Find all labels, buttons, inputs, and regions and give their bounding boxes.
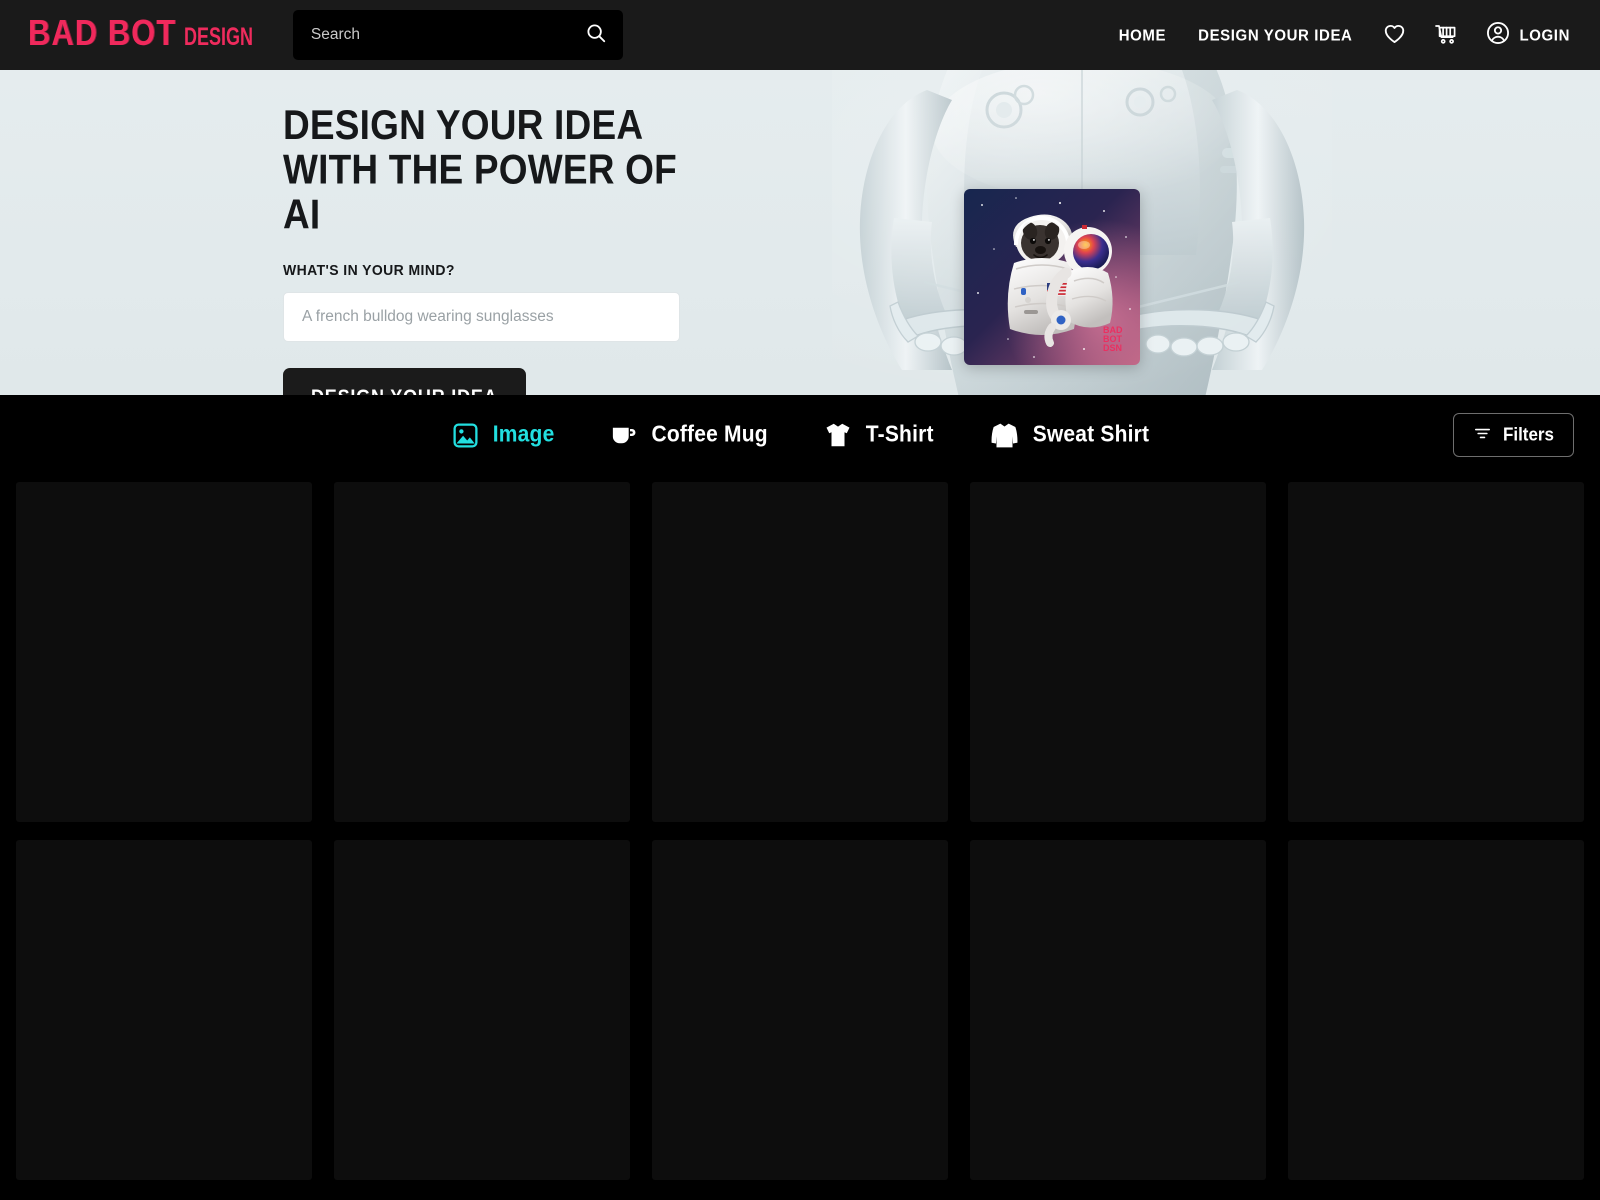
search-input[interactable] bbox=[310, 26, 575, 44]
pug-astronaut-artwork[interactable]: BAD BOT DSN bbox=[964, 189, 1140, 365]
image-icon bbox=[451, 421, 480, 450]
login-button[interactable]: LOGIN bbox=[1472, 20, 1573, 51]
idea-input[interactable] bbox=[283, 292, 680, 342]
nav-home[interactable]: HOME bbox=[1103, 26, 1182, 44]
tab-image-label: Image bbox=[492, 422, 555, 447]
coffee-mug-icon bbox=[609, 421, 638, 450]
header-nav: HOME DESIGN YOUR IDEA LOGIN bbox=[1103, 20, 1572, 51]
heart-icon bbox=[1382, 21, 1407, 49]
idea-input-label: WHAT'S IN YOUR MIND? bbox=[283, 261, 455, 279]
page-title: DESIGN YOUR IDEA WITH THE POWER OF AI bbox=[283, 101, 677, 238]
site-header: BAD BOT DESIGN HOME DESIGN YOUR IDEA bbox=[0, 0, 1600, 70]
filters-label: Filters bbox=[1502, 424, 1554, 445]
hero-copy: DESIGN YOUR IDEA WITH THE POWER OF AI WH… bbox=[283, 101, 903, 395]
design-your-idea-button-label: DESIGN YOUR IDEA bbox=[311, 385, 498, 395]
cart-icon bbox=[1433, 21, 1459, 50]
cart-button[interactable] bbox=[1420, 21, 1472, 50]
result-card[interactable] bbox=[1288, 840, 1584, 1180]
tab-coffee-mug[interactable]: Coffee Mug bbox=[609, 421, 768, 450]
category-tabs: Image Coffee Mug T-Shirt Sweat Shirt bbox=[451, 420, 1150, 451]
result-card[interactable] bbox=[334, 482, 630, 822]
tab-sweatshirt[interactable]: Sweat Shirt bbox=[989, 420, 1150, 451]
category-bar: Image Coffee Mug T-Shirt Sweat Shirt Fil… bbox=[0, 395, 1600, 475]
tshirt-icon bbox=[823, 420, 853, 450]
result-card[interactable] bbox=[652, 840, 948, 1180]
tab-tshirt-label: T-Shirt bbox=[865, 422, 934, 447]
results-grid bbox=[0, 475, 1600, 1180]
result-card[interactable] bbox=[652, 482, 948, 822]
result-card[interactable] bbox=[970, 840, 1266, 1180]
logo-secondary-text: DESIGN bbox=[184, 23, 254, 51]
filter-icon bbox=[1473, 424, 1492, 446]
svg-text:DSN: DSN bbox=[1103, 343, 1122, 353]
logo-primary-text: BAD BOT bbox=[28, 11, 177, 53]
result-card[interactable] bbox=[16, 840, 312, 1180]
sweatshirt-icon bbox=[989, 420, 1020, 451]
site-logo[interactable]: BAD BOT DESIGN bbox=[28, 14, 261, 51]
hero-section: BAD BOT DSN DESIGN YOUR IDEA WITH THE PO… bbox=[0, 70, 1600, 395]
result-card[interactable] bbox=[334, 840, 630, 1180]
result-card[interactable] bbox=[970, 482, 1266, 822]
tab-image[interactable]: Image bbox=[451, 421, 555, 450]
nav-design-your-idea[interactable]: DESIGN YOUR IDEA bbox=[1182, 26, 1368, 44]
tab-tshirt[interactable]: T-Shirt bbox=[823, 420, 934, 450]
search-icon[interactable] bbox=[585, 22, 607, 49]
login-label: LOGIN bbox=[1519, 25, 1570, 45]
account-circle-icon bbox=[1485, 20, 1511, 51]
result-card[interactable] bbox=[16, 482, 312, 822]
wishlist-button[interactable] bbox=[1369, 21, 1420, 49]
tab-sweatshirt-label: Sweat Shirt bbox=[1032, 422, 1150, 447]
design-your-idea-button[interactable]: DESIGN YOUR IDEA bbox=[283, 368, 526, 395]
filters-button[interactable]: Filters bbox=[1452, 413, 1574, 457]
tab-coffee-mug-label: Coffee Mug bbox=[651, 422, 768, 447]
result-card[interactable] bbox=[1288, 482, 1584, 822]
search-bar[interactable] bbox=[292, 10, 623, 60]
